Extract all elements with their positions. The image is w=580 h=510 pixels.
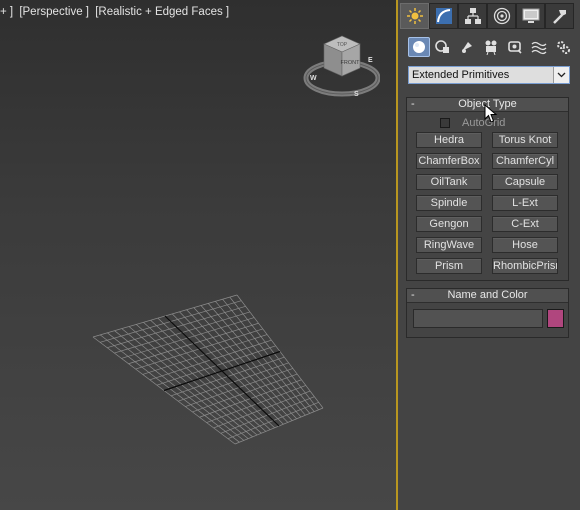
display-tab[interactable] — [516, 3, 545, 29]
cameras-icon — [485, 40, 497, 55]
l-ext-button[interactable]: L-Ext — [492, 195, 558, 211]
name-and-color-title: Name and Color — [447, 289, 528, 301]
chevron-down-icon[interactable] — [553, 67, 569, 83]
space-warps-icon — [531, 41, 547, 55]
create-tab[interactable] — [400, 3, 429, 29]
object-color-swatch[interactable] — [547, 309, 564, 328]
name-and-color-rollout: - Name and Color — [406, 288, 569, 338]
display-tab-icon — [522, 8, 539, 23]
systems-icon — [557, 41, 570, 54]
shapes-icon — [435, 40, 449, 53]
lights-button[interactable] — [456, 37, 478, 57]
helpers-button[interactable] — [504, 37, 526, 57]
object-type-buttons: Hedra Torus Knot ChamferBox ChamferCyl O… — [416, 132, 558, 274]
capsule-button[interactable]: Capsule — [492, 174, 558, 190]
hierarchy-tab-icon — [464, 8, 481, 24]
command-panel-tabs — [400, 3, 574, 29]
command-panel: Extended Primitives - Object Type AutoGr… — [398, 0, 580, 510]
prism-button[interactable]: Prism — [416, 258, 482, 274]
helpers-icon — [508, 41, 522, 54]
viewcube[interactable]: TOP FRONT W E S — [302, 34, 380, 102]
perspective-viewport[interactable]: + ] [Perspective ] [Realistic + Edged Fa… — [0, 0, 396, 510]
create-subcategory-bar — [408, 37, 576, 59]
ringwave-button[interactable]: RingWave — [416, 237, 482, 253]
chamferbox-button[interactable]: ChamferBox — [416, 153, 482, 169]
object-category-dropdown[interactable]: Extended Primitives — [408, 66, 570, 84]
utilities-tab[interactable] — [545, 3, 574, 29]
utilities-tab-icon — [552, 10, 566, 24]
object-name-field[interactable] — [413, 309, 543, 328]
oiltank-button[interactable]: OilTank — [416, 174, 482, 190]
compass-west-label: W — [310, 75, 317, 82]
spindle-button[interactable]: Spindle — [416, 195, 482, 211]
gengon-button[interactable]: Gengon — [416, 216, 482, 232]
motion-tab-icon — [493, 7, 510, 25]
name-and-color-rollout-header[interactable]: - Name and Color — [407, 289, 568, 303]
object-type-collapse-toggle[interactable]: - — [411, 98, 415, 111]
object-type-rollout: - Object Type AutoGrid Hedra Torus Knot … — [406, 97, 569, 281]
autogrid-checkbox[interactable] — [440, 118, 450, 128]
name-and-color-collapse-toggle[interactable]: - — [411, 289, 415, 302]
viewcube-top-label: TOP — [337, 42, 348, 48]
modify-tab-icon — [435, 8, 452, 24]
compass-east-label: E — [368, 57, 373, 64]
shapes-button[interactable] — [432, 37, 454, 57]
compass-south-label: S — [354, 91, 359, 98]
rhombicprism-button[interactable]: RhombicPrism — [492, 258, 558, 274]
space-warps-button[interactable] — [528, 37, 550, 57]
geometry-button[interactable] — [408, 37, 430, 57]
torus-knot-button[interactable]: Torus Knot — [492, 132, 558, 148]
c-ext-button[interactable]: C-Ext — [492, 216, 558, 232]
create-tab-icon — [406, 8, 423, 24]
cameras-button[interactable] — [480, 37, 502, 57]
modify-tab[interactable] — [429, 3, 458, 29]
chamfercyl-button[interactable]: ChamferCyl — [492, 153, 558, 169]
viewcube-front-label: FRONT — [341, 60, 361, 66]
hedra-button[interactable]: Hedra — [416, 132, 482, 148]
hierarchy-tab[interactable] — [458, 3, 487, 29]
motion-tab[interactable] — [487, 3, 516, 29]
dropdown-selected-value: Extended Primitives — [412, 69, 510, 81]
systems-button[interactable] — [552, 37, 574, 57]
hose-button[interactable]: Hose — [492, 237, 558, 253]
geometry-icon — [413, 41, 425, 53]
mouse-cursor-icon — [484, 104, 498, 123]
lights-icon — [462, 42, 472, 53]
